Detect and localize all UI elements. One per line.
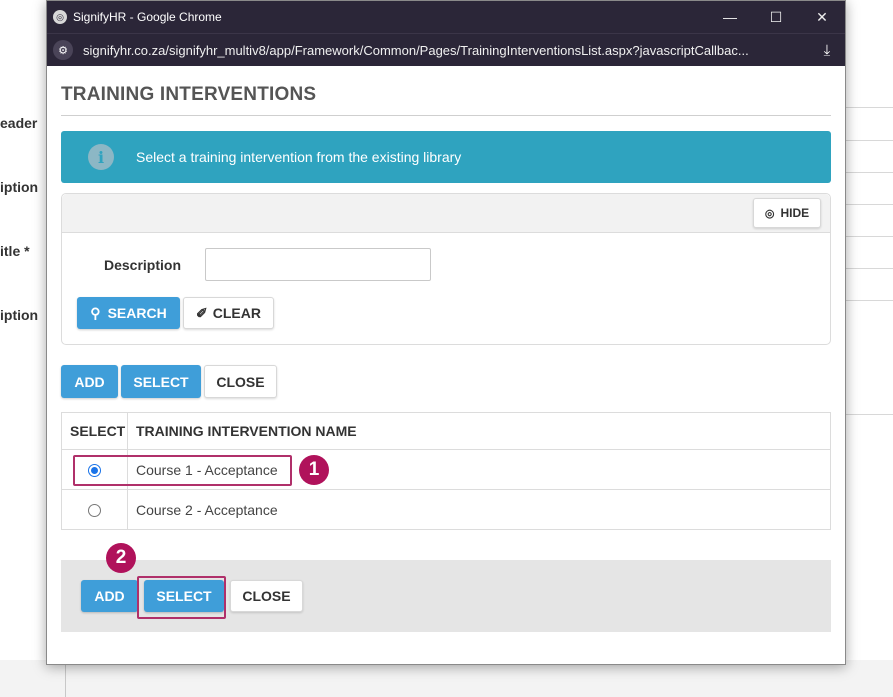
select-column-header: SELECT — [61, 412, 128, 450]
address-bar: ⚙ signifyhr.co.za/signifyhr_multiv8/app/… — [47, 33, 845, 66]
background-field-line — [846, 268, 893, 269]
url-text[interactable]: signifyhr.co.za/signifyhr_multiv8/app/Fr… — [83, 43, 809, 58]
alert-text: Select a training intervention from the … — [136, 149, 462, 165]
background-label: iption — [0, 179, 39, 195]
search-icon: ⚲ — [90, 304, 101, 321]
background-label-text: itle — [0, 243, 21, 259]
hide-label: HIDE — [780, 206, 810, 220]
clear-label: CLEAR — [212, 305, 261, 321]
minimize-icon[interactable]: — — [707, 1, 753, 33]
row-radio[interactable] — [88, 504, 101, 518]
description-row: Description — [62, 233, 830, 297]
background-label: itle * — [0, 243, 30, 259]
background-divider — [65, 660, 66, 697]
background-field-line — [846, 236, 893, 237]
filter-panel: ◎ HIDE Description ⚲ SEARCH ✐ CLEAR — [61, 193, 831, 345]
window-titlebar: ◎ SignifyHR - Google Chrome — ☐ ✕ — [47, 1, 845, 33]
hide-button[interactable]: ◎ HIDE — [753, 198, 821, 228]
eraser-icon: ✐ — [196, 304, 208, 321]
search-label: SEARCH — [107, 305, 167, 321]
background-label: eader — [0, 115, 38, 131]
step-badge-1: 1 — [299, 455, 329, 485]
background-field-line — [846, 204, 893, 205]
maximize-icon[interactable]: ☐ — [753, 1, 799, 33]
popup-window: ◎ SignifyHR - Google Chrome — ☐ ✕ ⚙ sign… — [46, 0, 846, 665]
required-marker: * — [24, 243, 30, 259]
description-input[interactable] — [205, 248, 431, 281]
background-field-line — [846, 300, 893, 301]
download-icon[interactable]: ⤓ — [809, 42, 845, 59]
close-button[interactable]: CLOSE — [204, 365, 277, 398]
background-field-line — [846, 172, 893, 173]
row-select-cell — [61, 489, 128, 530]
step-badge-2: 2 — [106, 543, 136, 573]
footer-add-button[interactable]: ADD — [81, 580, 138, 612]
search-button[interactable]: ⚲ SEARCH — [77, 297, 180, 329]
clear-button[interactable]: ✐ CLEAR — [183, 297, 274, 329]
background-footer — [0, 660, 893, 697]
site-settings-icon[interactable]: ⚙ — [53, 40, 73, 60]
dialog-content: TRAINING INTERVENTIONS i Select a traini… — [61, 67, 831, 632]
table-header-row: SELECT TRAINING INTERVENTION NAME — [61, 412, 831, 450]
background-label: iption — [0, 307, 39, 323]
chrome-app-icon: ◎ — [53, 10, 67, 24]
background-field-line — [846, 414, 893, 415]
top-action-bar: ADD SELECT CLOSE — [61, 365, 831, 398]
filter-buttons: ⚲ SEARCH ✐ CLEAR — [62, 297, 830, 329]
window-title: SignifyHR - Google Chrome — [73, 10, 222, 24]
info-icon: i — [88, 144, 114, 170]
add-button[interactable]: ADD — [61, 365, 118, 398]
footer-close-button[interactable]: CLOSE — [230, 580, 303, 612]
select-button[interactable]: SELECT — [121, 365, 201, 398]
background-field-line — [846, 107, 893, 108]
eye-slash-icon: ◎ — [764, 207, 775, 220]
page-title: TRAINING INTERVENTIONS — [61, 67, 831, 116]
row-name: Course 2 - Acceptance — [127, 489, 831, 530]
highlight-row-1 — [73, 455, 292, 486]
table-row[interactable]: Course 2 - Acceptance — [61, 489, 831, 530]
close-icon[interactable]: ✕ — [799, 1, 845, 33]
highlight-select-button — [137, 576, 226, 619]
name-column-header: TRAINING INTERVENTION NAME — [127, 412, 831, 450]
description-label: Description — [104, 257, 182, 273]
info-alert: i Select a training intervention from th… — [61, 131, 831, 183]
filter-header: ◎ HIDE — [62, 194, 830, 233]
background-field-line — [846, 140, 893, 141]
